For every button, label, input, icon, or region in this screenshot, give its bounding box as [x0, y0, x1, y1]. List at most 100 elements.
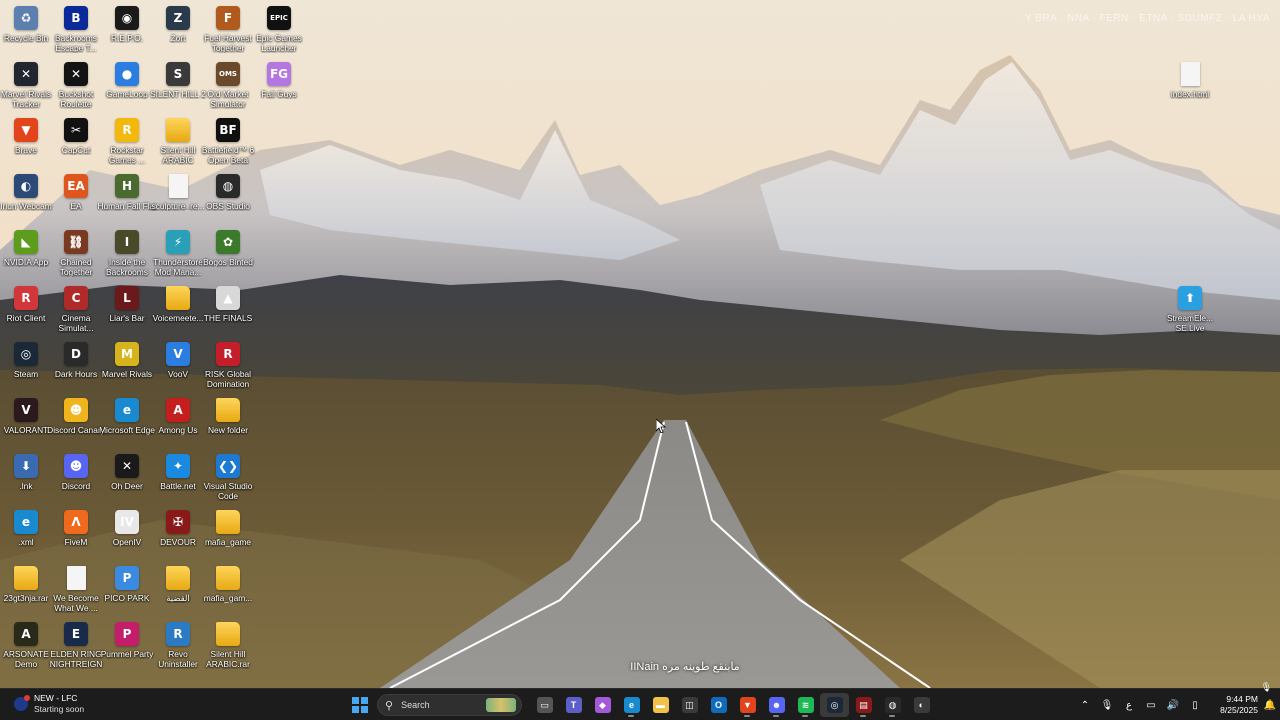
taskbar-app-outlook[interactable]: O — [704, 693, 733, 717]
desktop-icon-pico-park[interactable]: P PICO PARK — [101, 562, 153, 618]
desktop-icon-cinema-simulat[interactable]: C Cinema Simulat... — [50, 282, 102, 338]
clock-date: 8/25/2025 — [1220, 705, 1258, 715]
desktop-icon-human-fall-flat[interactable]: H Human Fall Flat — [97, 170, 157, 226]
taskbar-app-file-explorer[interactable]: ▬ — [646, 693, 675, 717]
desktop-icon-steam[interactable]: ◎ Steam — [0, 338, 52, 394]
taskbar-search-box[interactable]: ⚲ Search — [377, 694, 522, 716]
app-icon: ⬇ — [14, 454, 38, 478]
taskbar-app-microsoft-store[interactable]: ◫ — [675, 693, 704, 717]
desktop-icon-brave[interactable]: ▼ Brave — [0, 114, 52, 170]
desktop-icon-epic-games-launcher[interactable]: EPIC Epic Games Launcher — [253, 2, 305, 58]
taskbar-app-game-app[interactable]: ▤ — [849, 693, 878, 717]
desktop-icon-zort[interactable]: Z Zort — [152, 2, 204, 58]
steam-icon: ◎ — [826, 697, 843, 713]
app-icon: EA — [64, 174, 88, 198]
desktop-icon-xml[interactable]: e .xml — [0, 506, 52, 562]
desktop-icon-backrooms-escape-t[interactable]: B Backrooms Escape T... — [50, 2, 102, 58]
desktop-icon-lnk[interactable]: ⬇ .lnk — [0, 450, 52, 506]
desktop-icon-recycle-bin[interactable]: ♻ Recycle Bin — [0, 2, 52, 58]
desktop-icon-battlefield-6-open-beta[interactable]: BF Battlefield™ 6 Open Beta — [202, 114, 254, 170]
desktop-icon-r-e-p-o[interactable]: ◉ R.E.P.O. — [101, 2, 153, 58]
desktop-icon-liar-s-bar[interactable]: L Liar's Bar — [101, 282, 153, 338]
app-icon: ◎ — [14, 342, 38, 366]
battery-icon[interactable]: ▯ — [1184, 700, 1206, 711]
desktop-icon-riot-client[interactable]: R Riot Client — [0, 282, 52, 338]
widgets-button[interactable]: NEW - LFC Starting soon — [14, 693, 84, 715]
desktop-icon-valorant[interactable]: V VALORANT — [0, 394, 52, 450]
desktop-icon-microsoft-edge[interactable]: e Microsoft Edge — [99, 394, 155, 450]
input-language-indicator[interactable]: ع — [1118, 700, 1140, 711]
taskbar-app-edge[interactable]: e — [617, 693, 646, 717]
taskbar-app-steam[interactable]: ◎ — [820, 693, 849, 717]
desktop-icon-risk-global-domination[interactable]: R RISK Global Domination — [202, 338, 254, 394]
app-icon: ✕ — [64, 62, 88, 86]
desktop-icon-sculpture-re[interactable]: sculpture_re... — [151, 170, 205, 226]
desktop-icon-buckshot-roulette[interactable]: ✕ Buckshot Roulette — [50, 58, 102, 114]
desktop-icon-we-become-what-we[interactable]: We Become What We ... — [50, 562, 102, 618]
desktop-icon-silent-hill-arabic[interactable]: Silent Hill ARABIC — [152, 114, 204, 170]
app-icon: BF — [216, 118, 240, 142]
volume-icon[interactable]: 🔊 — [1162, 700, 1184, 711]
desktop-icon-discord[interactable]: ☻ Discord — [50, 450, 102, 506]
taskbar-app-spotify[interactable]: ≋ — [791, 693, 820, 717]
app-icon: ✕ — [115, 454, 139, 478]
desktop-icon-openiv[interactable]: IV OpenIV — [101, 506, 153, 562]
desktop-icon-visual-studio-code[interactable]: ❮❯ Visual Studio Code — [202, 450, 254, 506]
desktop-icon-voicemeete[interactable]: Voicemeete... — [152, 282, 204, 338]
taskbar-app-iriun[interactable]: ◐ — [907, 693, 936, 717]
desktop-icon-fivem[interactable]: Λ FiveM — [50, 506, 102, 562]
taskbar-app-teams[interactable]: T — [559, 693, 588, 717]
desktop-icon-among-us[interactable]: A Among Us — [152, 394, 204, 450]
clock[interactable]: 9:44 PM 8/25/2025 — [1206, 694, 1260, 716]
desktop-icon-label: RISK Global Domination — [204, 369, 252, 389]
desktop-icon-streamelements[interactable]: ⬆ StreamEle... SE.Live — [1164, 282, 1216, 338]
taskbar-app-obs[interactable]: ◍ — [878, 693, 907, 717]
desktop-icon-ea[interactable]: EA EA — [50, 170, 102, 226]
desktop-icon-23gt3nja-rar[interactable]: 23gt3nja.rar — [0, 562, 52, 618]
desktop-icon-bogos-binted[interactable]: ✿ Bogos Binted — [202, 226, 254, 282]
desktop-icon-item-63[interactable]: القضية — [152, 562, 204, 618]
desktop-icon-label: Epic Games Launcher — [256, 33, 302, 53]
desktop-icon-rockstar-games[interactable]: R Rockstar Games ... — [101, 114, 153, 170]
desktop-icon-old-market-simulator[interactable]: OMS Old Market Simulator — [202, 58, 254, 114]
notification-bell-icon[interactable]: 🔔 — [1260, 700, 1280, 711]
task-view-icon: ▭ — [536, 697, 553, 713]
desktop-icon-silent-hill-2[interactable]: S SILENT HILL 2 — [150, 58, 206, 114]
widget-subtitle: Starting soon — [34, 704, 85, 714]
desktop-icon-the-finals[interactable]: ▲ THE FINALS — [202, 282, 254, 338]
desktop-icon-nvidia-app[interactable]: ◣ NVIDIA App — [0, 226, 52, 282]
desktop-icon-index-html[interactable]: index.html — [1164, 58, 1216, 114]
desktop-icon-voov[interactable]: V VooV — [152, 338, 204, 394]
taskbar-app-copilot[interactable]: ◆ — [588, 693, 617, 717]
desktop-icon-chained-together[interactable]: ⛓ Chained Together — [50, 226, 102, 282]
desktop-icon-obs-studio[interactable]: ◍ OBS Studio — [202, 170, 254, 226]
desktop-icon-capcut[interactable]: ✂ CapCut — [50, 114, 102, 170]
desktop-icon-gameloop[interactable]: ● GameLoop — [101, 58, 153, 114]
desktop-icon-devour[interactable]: ✠ DEVOUR — [152, 506, 204, 562]
desktop-icon-discord-canary[interactable]: ☻ Discord Canary — [47, 394, 105, 450]
desktop-icon-inside-the-backrooms[interactable]: I Inside the Backrooms — [101, 226, 153, 282]
desktop-icon-new-folder[interactable]: New folder — [202, 394, 254, 450]
chevron-up-icon[interactable]: ⌃ — [1074, 700, 1096, 711]
desktop-icon-marvel-rivals-tracker[interactable]: ✕ Marvel Rivals Tracker — [0, 58, 52, 114]
desktop-icon-fall-guys[interactable]: FG Fall Guys — [253, 58, 305, 114]
desktop-icon-marvel-rivals[interactable]: M Marvel Rivals — [101, 338, 153, 394]
desktop-icon-mafia-game[interactable]: mafia_game — [202, 506, 254, 562]
desktop-icon-mafia-gam[interactable]: mafia_gam... — [202, 562, 254, 618]
desktop-icon-dark-hours[interactable]: D Dark Hours — [50, 338, 102, 394]
desktop-icon-label: index.html — [1170, 89, 1210, 99]
taskbar-app-discord[interactable]: ☻ — [762, 693, 791, 717]
folder-icon — [166, 566, 190, 590]
network-icon[interactable]: ▭ — [1140, 700, 1162, 711]
taskbar-app-brave[interactable]: ▼ — [733, 693, 762, 717]
start-button[interactable] — [352, 697, 368, 713]
desktop-icon-oh-deer[interactable]: ✕ Oh Deer — [101, 450, 153, 506]
microphone-icon[interactable]: 🎙 — [1096, 700, 1118, 711]
desktop-icon-iriun-webcam[interactable]: ◐ Iriun Webcam — [0, 170, 52, 226]
taskbar-app-task-view[interactable]: ▭ — [530, 693, 559, 717]
pinned-apps: ▭ T ◆ e ▬ ◫ O ▼ ☻ ≋ ◎ ▤ ◍ ◐ — [530, 693, 936, 717]
desktop-icon-thunderstore-mod-mana[interactable]: ⚡ Thunderstore Mod Mana... — [152, 226, 204, 282]
desktop-icon-fuel-harvest-together[interactable]: F Fuel Harvest Together — [202, 2, 254, 58]
desktop-icon-battle-net[interactable]: ✦ Battle.net — [152, 450, 204, 506]
taskbar: NEW - LFC Starting soon ⚲ Search ▭ T ◆ e ▬ ◫ O… — [0, 688, 1280, 720]
